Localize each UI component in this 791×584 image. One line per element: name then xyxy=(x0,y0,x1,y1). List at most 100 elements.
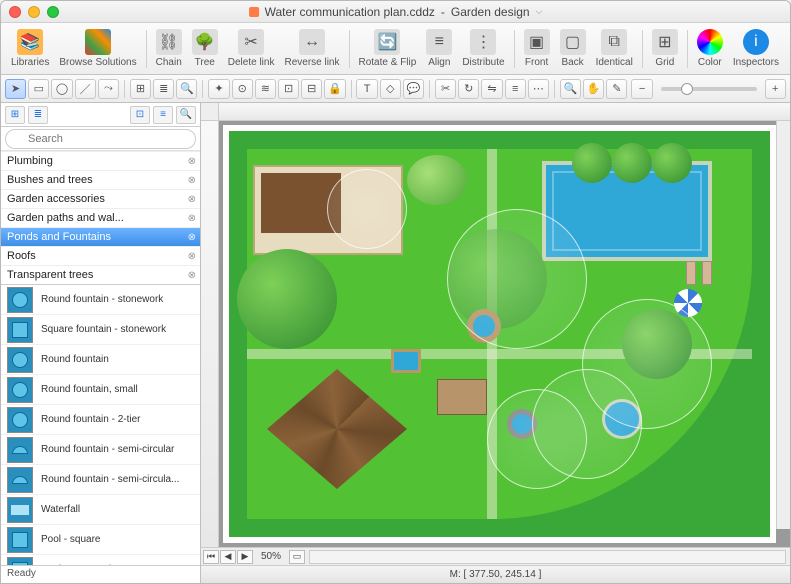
category-item[interactable]: Bushes and trees⊗ xyxy=(1,170,200,189)
rotate-flip-button[interactable]: 🔄Rotate & Flip xyxy=(355,27,421,70)
lock-tool[interactable]: 🔒 xyxy=(324,79,345,99)
identical-button[interactable]: ⧉Identical xyxy=(592,27,637,70)
scrollbar-horizontal[interactable] xyxy=(309,550,786,564)
ruler-horizontal xyxy=(219,103,790,121)
close-icon[interactable]: ⊗ xyxy=(188,194,196,205)
shape-item[interactable]: Pool - rectangular xyxy=(1,555,200,565)
shape-thumb-icon xyxy=(7,317,33,343)
layer-tool[interactable]: ≋ xyxy=(255,79,276,99)
tab-search-icon[interactable]: 🔍 xyxy=(176,106,196,124)
close-icon[interactable]: ⊗ xyxy=(188,213,196,224)
reverse-link-button[interactable]: ↔Reverse link xyxy=(280,27,343,70)
category-item[interactable]: Garden paths and wal...⊗ xyxy=(1,208,200,227)
close-icon[interactable]: ⊗ xyxy=(188,175,196,186)
flip-tool[interactable]: ⇋ xyxy=(481,79,502,99)
shape-item[interactable]: Pool - square xyxy=(1,525,200,555)
pointer-tool[interactable]: ➤ xyxy=(5,79,26,99)
chevron-down-icon[interactable]: ⌵ xyxy=(536,6,543,17)
rotate-tool[interactable]: ↻ xyxy=(458,79,479,99)
search-mini[interactable]: 🔍 xyxy=(176,79,197,99)
grid-button[interactable]: ⊞Grid xyxy=(648,27,682,70)
canvas-viewport[interactable] xyxy=(219,121,790,547)
tab-grid-icon[interactable]: ⊡ xyxy=(130,106,150,124)
canvas[interactable] xyxy=(223,125,776,543)
toolbar-separator xyxy=(514,30,515,68)
tab-list-icon[interactable]: ≡ xyxy=(153,106,173,124)
zoom-in-tool[interactable]: 🔍 xyxy=(560,79,581,99)
search-row: 🔍 xyxy=(1,127,200,151)
sprinkler-radius xyxy=(532,369,642,479)
zoom-value[interactable]: 50% xyxy=(261,551,281,562)
search-input[interactable] xyxy=(5,129,196,149)
shape-item[interactable]: Round fountain - semi-circula... xyxy=(1,465,200,495)
ellipse-tool[interactable]: ◯ xyxy=(51,79,72,99)
snap-tool[interactable]: ✦ xyxy=(208,79,229,99)
canvas-area: ⏮ ◀ ▶ 50% ▭ M: [ 377.50, 245.14 ] xyxy=(201,103,790,583)
connector-tool[interactable]: ⤳ xyxy=(98,79,119,99)
inspectors-button[interactable]: iInspectors xyxy=(729,27,783,70)
pool-small xyxy=(391,349,421,373)
align-tool[interactable]: ≡ xyxy=(505,79,526,99)
page-tab[interactable]: ▭ xyxy=(289,550,305,564)
align-button[interactable]: ≡Align xyxy=(422,27,456,70)
zoom-in-button[interactable]: + xyxy=(765,79,786,99)
shape-item[interactable]: Round fountain - 2-tier xyxy=(1,405,200,435)
shape-item[interactable]: Round fountain - semi-circular xyxy=(1,435,200,465)
tree-button[interactable]: 🌳Tree xyxy=(188,27,222,70)
page-prev-button[interactable]: ◀ xyxy=(220,550,236,564)
back-button[interactable]: ▢Back xyxy=(556,27,590,70)
zoom-icon[interactable] xyxy=(47,6,59,18)
shape-item[interactable]: Round fountain, small xyxy=(1,375,200,405)
category-item[interactable]: Ponds and Fountains⊗ xyxy=(1,227,200,246)
browse-solutions-button[interactable]: Browse Solutions xyxy=(55,27,140,70)
dist-tool[interactable]: ⋯ xyxy=(528,79,549,99)
callout-tool[interactable]: 💬 xyxy=(403,79,424,99)
pen-tool[interactable]: ✎ xyxy=(606,79,627,99)
shape-tool[interactable]: ◇ xyxy=(380,79,401,99)
page-first-button[interactable]: ⏮ xyxy=(203,550,219,564)
sidebar: ⊞ ≣ ⊡ ≡ 🔍 🔍 Plumbing⊗Bushes and trees⊗Ga… xyxy=(1,103,201,583)
category-item[interactable]: Roofs⊗ xyxy=(1,246,200,265)
close-icon[interactable]: ⊗ xyxy=(188,251,196,262)
shape-label: Round fountain - semi-circula... xyxy=(41,474,179,485)
close-icon[interactable]: ⊗ xyxy=(188,232,196,243)
shrub xyxy=(652,143,692,183)
category-item[interactable]: Garden accessories⊗ xyxy=(1,189,200,208)
shape-item[interactable]: Round fountain xyxy=(1,345,200,375)
page-next-button[interactable]: ▶ xyxy=(237,550,253,564)
list-mini[interactable]: ≣ xyxy=(153,79,174,99)
color-button[interactable]: Color xyxy=(693,27,727,70)
close-icon[interactable]: ⊗ xyxy=(188,270,196,281)
gazebo-roof xyxy=(267,369,407,489)
close-icon[interactable]: ⊗ xyxy=(188,156,196,167)
ruler-vertical xyxy=(201,121,219,547)
close-icon[interactable] xyxy=(9,6,21,18)
hand-tool[interactable]: ✋ xyxy=(583,79,604,99)
text-tool[interactable]: T xyxy=(356,79,377,99)
tab-outline[interactable]: ≣ xyxy=(28,106,48,124)
category-list: Plumbing⊗Bushes and trees⊗Garden accesso… xyxy=(1,151,200,285)
category-item[interactable]: Transparent trees⊗ xyxy=(1,265,200,284)
zoom-thumb[interactable] xyxy=(681,83,693,95)
grid-mini[interactable]: ⊞ xyxy=(130,79,151,99)
shape-item[interactable]: Round fountain - stonework xyxy=(1,285,200,315)
line-tool[interactable]: ／ xyxy=(75,79,96,99)
scrollbar-vertical[interactable] xyxy=(776,121,790,529)
minimize-icon[interactable] xyxy=(28,6,40,18)
ungroup-tool[interactable]: ⊟ xyxy=(301,79,322,99)
crop-tool[interactable]: ✂ xyxy=(435,79,456,99)
group-tool[interactable]: ⊡ xyxy=(278,79,299,99)
libraries-button[interactable]: 📚Libraries xyxy=(7,27,53,70)
shape-item[interactable]: Square fountain - stonework xyxy=(1,315,200,345)
zoom-slider[interactable] xyxy=(661,87,757,91)
category-item[interactable]: Plumbing⊗ xyxy=(1,151,200,170)
distribute-button[interactable]: ⋮Distribute xyxy=(458,27,508,70)
delete-link-button[interactable]: ✂Delete link xyxy=(224,27,279,70)
rect-tool[interactable]: ▭ xyxy=(28,79,49,99)
glue-tool[interactable]: ⊙ xyxy=(232,79,253,99)
front-button[interactable]: ▣Front xyxy=(520,27,554,70)
shape-item[interactable]: Waterfall xyxy=(1,495,200,525)
zoom-out-button[interactable]: − xyxy=(631,79,652,99)
chain-button[interactable]: ⛓Chain xyxy=(152,27,186,70)
tab-tree[interactable]: ⊞ xyxy=(5,106,25,124)
